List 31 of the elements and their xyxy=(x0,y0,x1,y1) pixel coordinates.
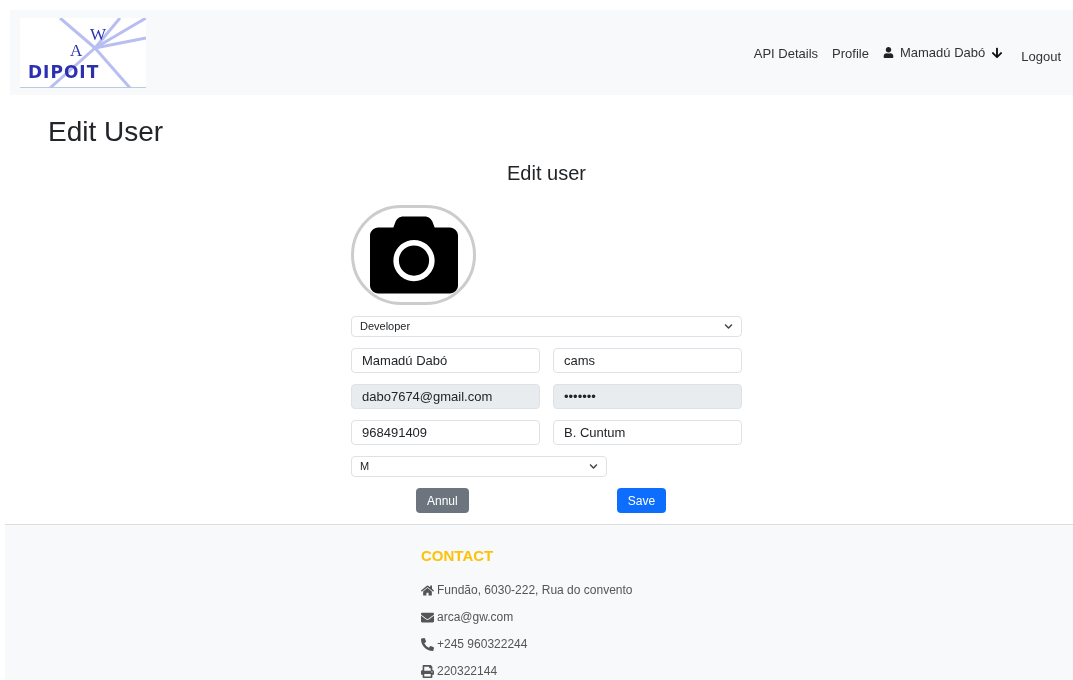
form-title: Edit user xyxy=(506,161,587,185)
contact-text: 220322144 xyxy=(437,662,498,680)
cancel-button[interactable]: Annul xyxy=(416,488,469,513)
input-field[interactable]: 968491409 xyxy=(351,420,540,445)
envelope-icon xyxy=(421,610,434,624)
printer-icon xyxy=(421,664,434,678)
chevron-down-icon xyxy=(724,322,733,331)
page-title: Edit User xyxy=(48,115,165,149)
home-icon xyxy=(421,583,434,597)
arrow-down-icon xyxy=(991,46,1004,59)
input-field[interactable]: cams xyxy=(553,348,742,373)
logout-link[interactable]: Logout xyxy=(1021,46,1061,67)
save-button[interactable]: Save xyxy=(616,488,667,513)
user-menu-link[interactable]: Mamadú Dabó xyxy=(899,42,986,63)
contact-text: Fundão, 6030-222, Rua do convento xyxy=(437,581,633,599)
chevron-down-icon xyxy=(589,462,598,471)
nav-link[interactable]: API Details xyxy=(753,43,819,64)
contact-text: +245 960322244 xyxy=(437,635,528,653)
select-field[interactable]: M xyxy=(351,456,607,477)
footer-heading: CONTACT xyxy=(421,546,495,566)
contact-text: arca@gw.com xyxy=(437,608,514,626)
phone-icon xyxy=(421,637,434,651)
logo[interactable]: W A DIPOIT xyxy=(20,17,146,88)
input-field[interactable]: B. Cuntum xyxy=(553,420,742,445)
input-field[interactable]: Mamadú Dabó xyxy=(351,348,540,373)
user-icon xyxy=(882,47,894,58)
logo-letter: A xyxy=(70,39,83,62)
nav-link[interactable]: Profile xyxy=(832,43,869,64)
logo-wordmark: DIPOIT xyxy=(28,61,100,82)
logo-letter: W xyxy=(90,23,107,46)
select-field[interactable]: Developer xyxy=(351,316,742,337)
